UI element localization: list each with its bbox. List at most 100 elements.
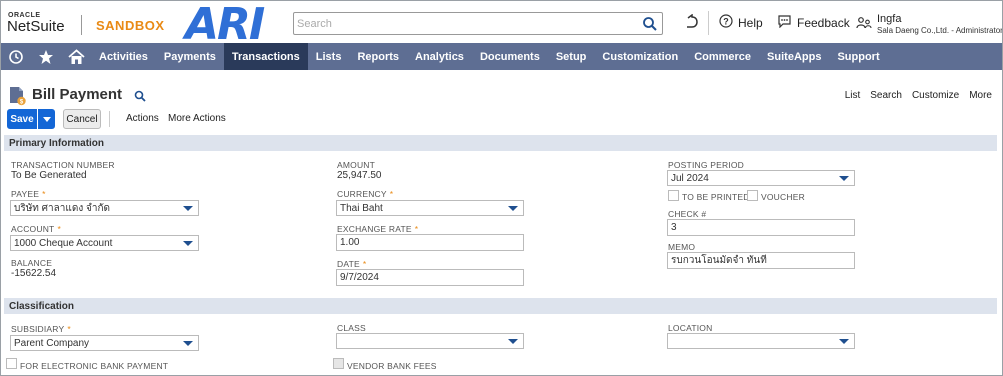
memo-field[interactable]: รบกวนโอนมัดจำ ทันที [667,252,855,269]
nav-lists[interactable]: Lists [308,43,350,70]
star-icon[interactable] [31,43,61,70]
cancel-button[interactable]: Cancel [63,109,101,129]
subsidiary-select[interactable]: Parent Company [10,335,199,351]
feedback-icon [777,14,792,31]
list-link[interactable]: List [845,90,861,101]
payee-value: บริษัท ศาลาแดง จำกัด [14,202,111,214]
nav-setup[interactable]: Setup [548,43,595,70]
chevron-down-icon[interactable] [508,339,518,344]
currency-value: Thai Baht [340,202,383,214]
search-input[interactable] [294,13,634,34]
help-label: Help [738,15,763,30]
date-label: DATE * [337,259,367,269]
nav-documents[interactable]: Documents [472,43,548,70]
voucher-label: VOUCHER [761,192,805,202]
subsidiary-value: Parent Company [14,337,90,349]
nav-reports[interactable]: Reports [349,43,407,70]
location-label: LOCATION [668,323,713,333]
search-icon[interactable] [134,90,146,105]
currency-label: CURRENCY * [337,189,394,199]
user-roles-icon[interactable] [856,16,872,33]
amount-label: AMOUNT [337,160,376,170]
main-nav: Activities Payments Transactions Lists R… [1,43,1002,70]
to-be-printed-checkbox[interactable] [668,190,679,201]
chevron-down-icon[interactable] [839,176,849,181]
save-button[interactable]: Save [7,109,55,129]
balance-label: BALANCE [11,258,53,268]
more-link[interactable]: More [969,90,992,101]
global-search[interactable] [293,12,663,35]
nav-suiteapps[interactable]: SuiteApps [759,43,829,70]
user-role[interactable]: Sala Daeng Co.,Ltd. - Administrator [877,26,1002,35]
account-select[interactable]: 1000 Cheque Account [10,235,199,251]
check-number-label: CHECK # [668,209,707,219]
feedback-link[interactable]: Feedback [777,14,850,31]
save-label[interactable]: Save [7,109,38,129]
nav-activities[interactable]: Activities [91,43,156,70]
customize-link[interactable]: Customize [912,90,959,101]
sandbox-label: SANDBOX [96,18,165,33]
currency-select[interactable]: Thai Baht [336,200,524,216]
recent-icon[interactable] [1,43,31,70]
vendor-bank-fees-label: VENDOR BANK FEES [347,361,437,371]
app-frame: ORACLE NetSuite SANDBOX ARI ? Help Feedb… [0,0,1003,376]
home-icon[interactable] [61,43,91,70]
nav-commerce[interactable]: Commerce [686,43,759,70]
to-be-printed-label: TO BE PRINTED [682,192,750,202]
page-links: List Search Customize More [845,90,992,101]
voucher-checkbox[interactable] [747,190,758,201]
nav-payments[interactable]: Payments [156,43,224,70]
header-divider [708,11,709,35]
memo-label: MEMO [668,242,696,252]
feedback-label: Feedback [797,15,850,30]
nav-transactions[interactable]: Transactions [223,43,308,70]
user-name[interactable]: Ingfa [877,13,901,25]
section-primary-information[interactable]: Primary Information [4,135,997,151]
more-actions-menu[interactable]: More Actions [168,113,226,124]
vendor-bank-fees-checkbox[interactable] [333,358,344,369]
exchange-rate-label: EXCHANGE RATE * [337,224,419,234]
help-icon: ? [719,14,733,31]
chevron-down-icon[interactable] [183,241,193,246]
amount-value: 25,947.50 [337,170,382,181]
nav-customization[interactable]: Customization [594,43,686,70]
location-select[interactable] [667,333,855,349]
payee-label: PAYEE * [11,189,46,199]
recent-records-icon[interactable] [685,14,699,30]
posting-period-value: Jul 2024 [671,172,709,184]
save-menu-chevron-down-icon[interactable] [38,109,55,129]
logo-divider [81,15,82,35]
balance-value: -15622.54 [11,268,57,279]
top-header: ORACLE NetSuite SANDBOX ARI ? Help Feedb… [1,1,1002,50]
search-link[interactable]: Search [870,90,902,101]
search-icon[interactable] [642,16,658,32]
section-classification[interactable]: Classification [4,298,997,314]
posting-period-label: POSTING PERIOD [668,160,745,170]
help-link[interactable]: ? Help [719,14,763,31]
transaction-number-label: TRANSACTION NUMBER [11,160,115,170]
chevron-down-icon[interactable] [839,339,849,344]
chevron-down-icon[interactable] [183,206,193,211]
class-label: CLASS [337,323,366,333]
check-number-field[interactable]: 3 [667,219,855,236]
chevron-down-icon[interactable] [508,206,518,211]
electronic-payment-label: FOR ELECTRONIC BANK PAYMENT [20,361,169,371]
svg-text:?: ? [723,17,729,27]
page-title: Bill Payment [32,86,123,103]
payee-select[interactable]: บริษัท ศาลาแดง จำกัด [10,200,199,216]
account-label: ACCOUNT * [11,224,61,234]
netsuite-logo[interactable]: NetSuite [7,18,65,35]
bill-payment-icon: $ [9,86,27,109]
class-select[interactable] [336,333,524,349]
posting-period-select[interactable]: Jul 2024 [667,170,855,186]
exchange-rate-field[interactable]: 1.00 [336,234,524,251]
actions-menu[interactable]: Actions [126,113,159,124]
nav-analytics[interactable]: Analytics [407,43,472,70]
electronic-payment-checkbox[interactable] [6,358,17,369]
subsidiary-label: SUBSIDIARY * [11,324,71,334]
account-value: 1000 Cheque Account [14,237,113,249]
nav-support[interactable]: Support [829,43,887,70]
chevron-down-icon[interactable] [183,341,193,346]
date-field[interactable]: 9/7/2024 [336,269,524,286]
transaction-number-value: To Be Generated [11,170,87,181]
